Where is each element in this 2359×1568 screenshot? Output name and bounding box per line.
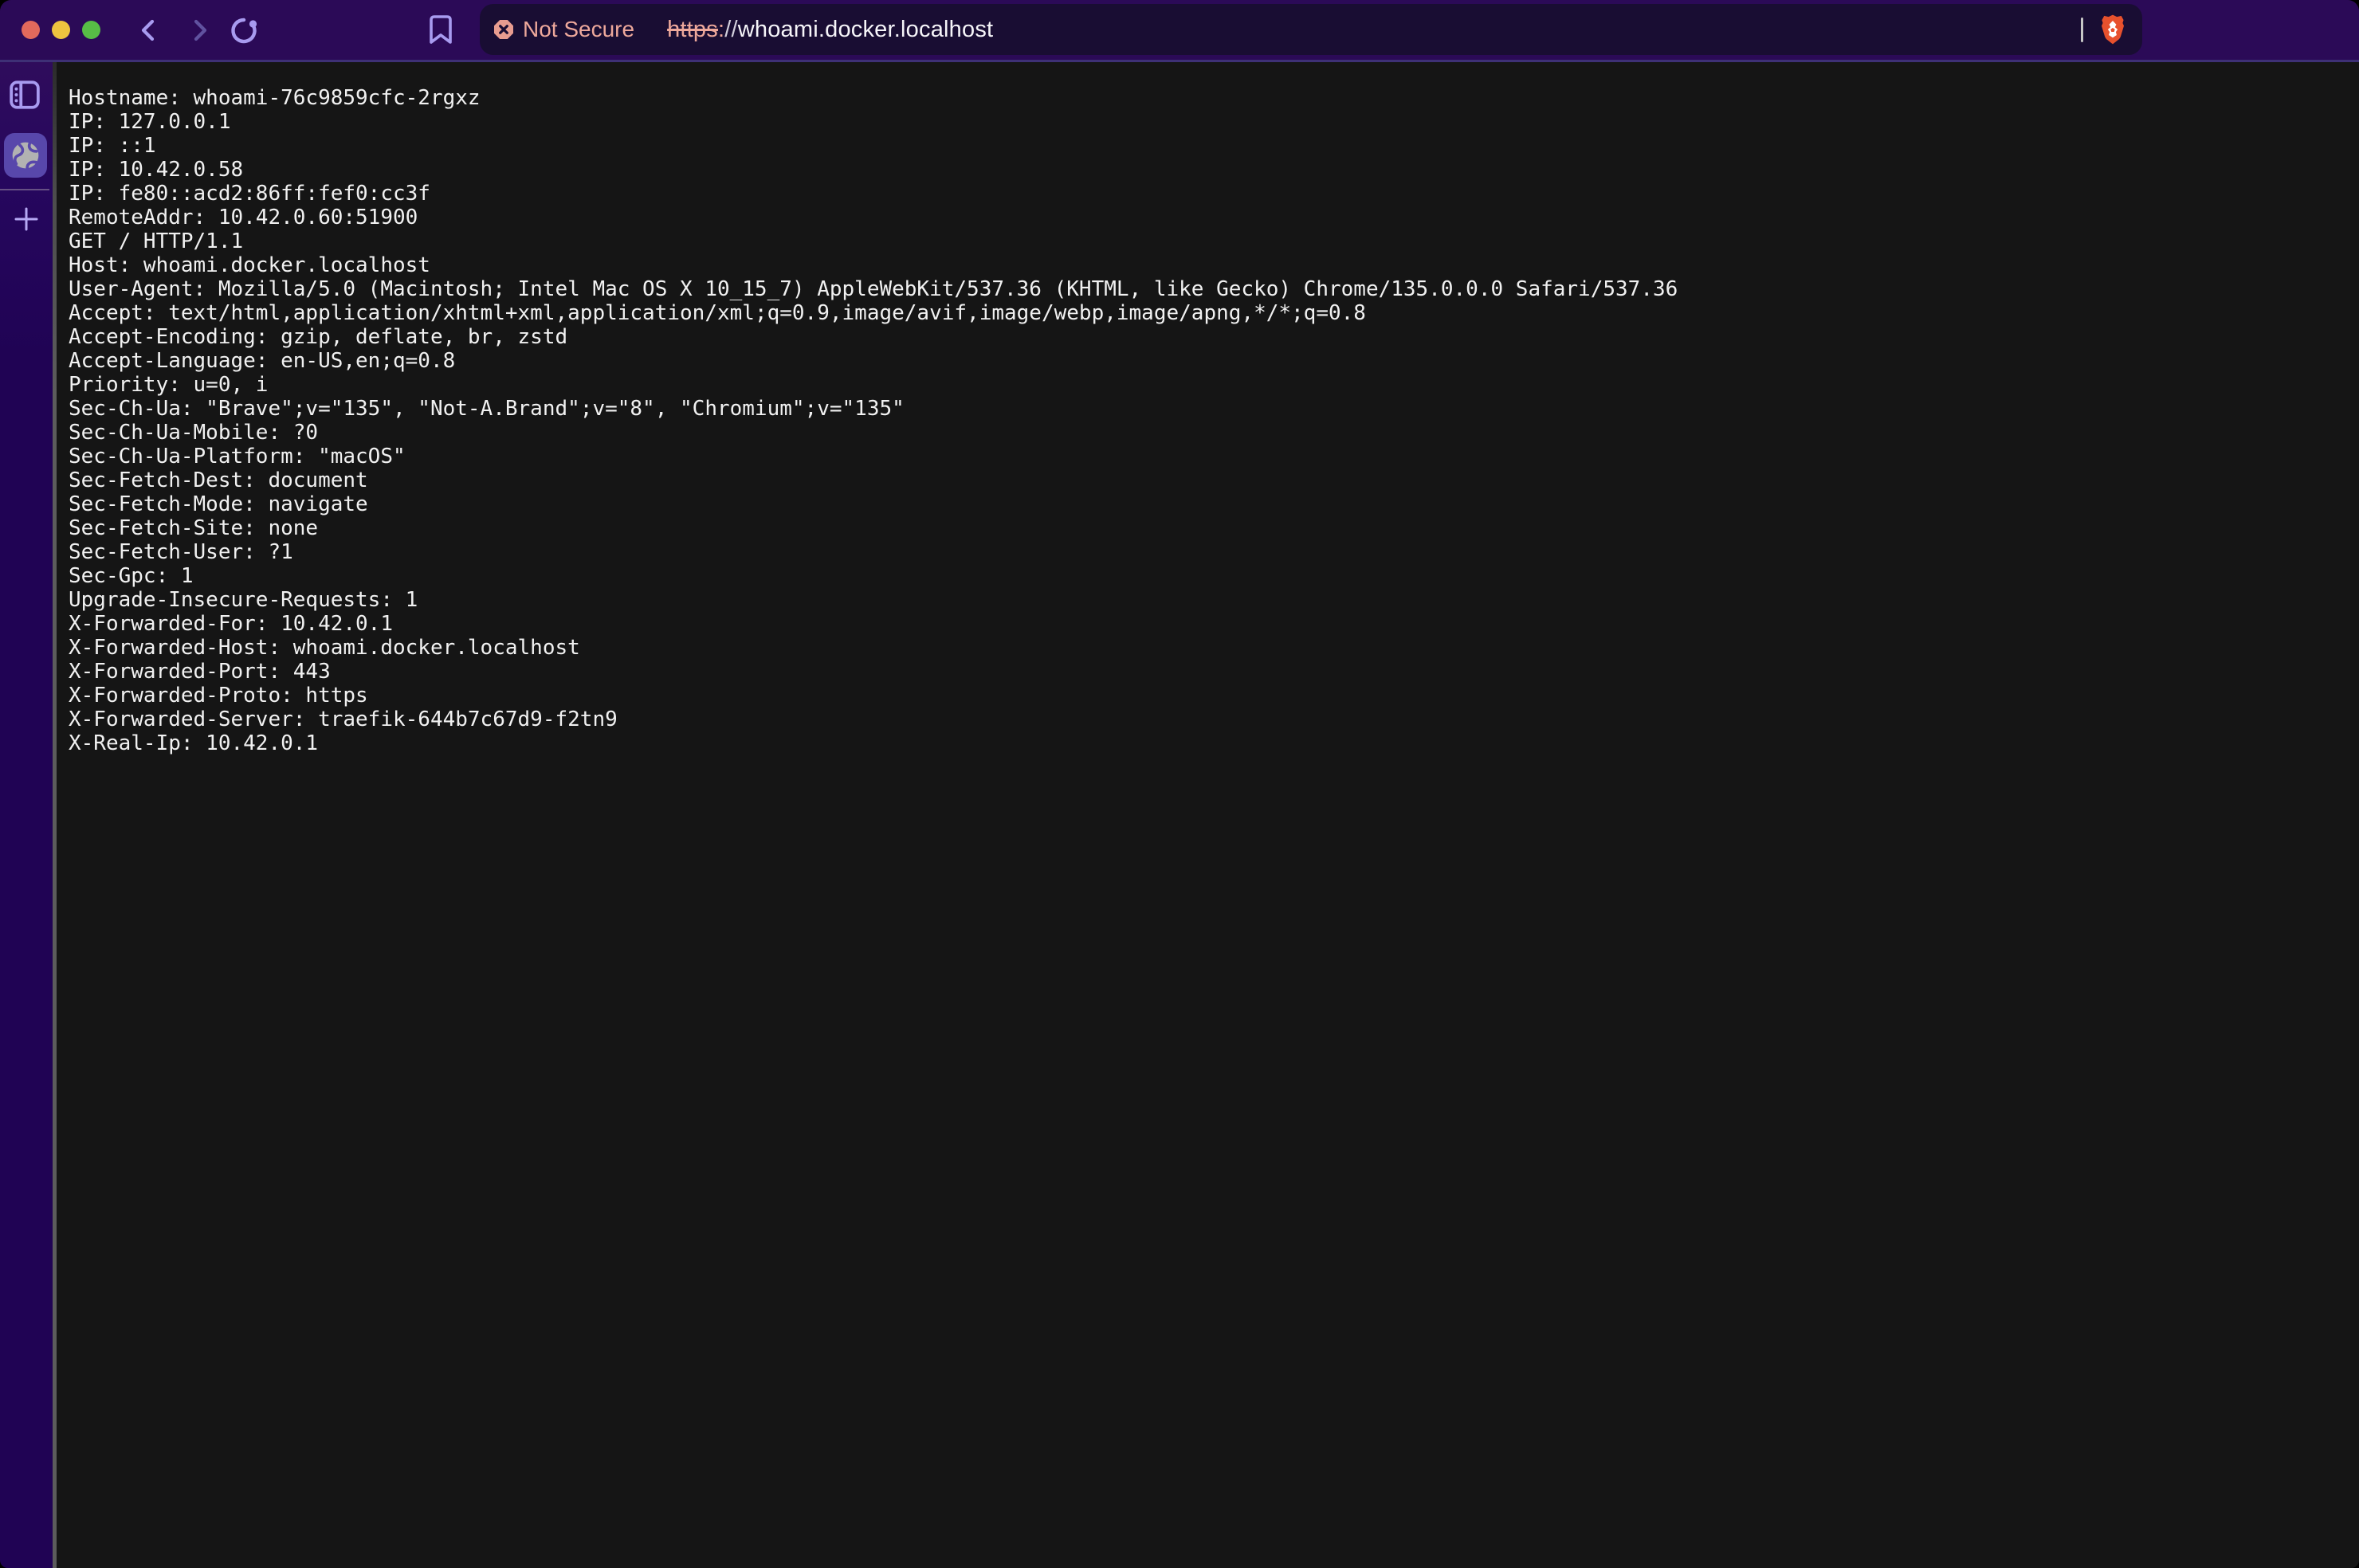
browser-toolbar: Not Secure https://whoami.docker.localho… — [0, 0, 2359, 62]
response-line: RemoteAddr: 10.42.0.60:51900 — [69, 206, 2340, 229]
response-line: Accept-Encoding: gzip, deflate, br, zstd — [69, 325, 2340, 349]
address-bar[interactable]: Not Secure https://whoami.docker.localho… — [480, 4, 2142, 55]
back-arrow-icon — [134, 15, 164, 45]
page-content: Hostname: whoami-76c9859cfc-2rgxzIP: 127… — [57, 62, 2359, 1568]
security-status-label[interactable]: Not Secure — [523, 17, 634, 42]
bookmark-button[interactable] — [428, 14, 453, 45]
back-button[interactable] — [134, 15, 164, 45]
window-minimize-button[interactable] — [52, 21, 70, 39]
response-line: Sec-Ch-Ua: "Brave";v="135", "Not-A.Brand… — [69, 397, 2340, 421]
forward-arrow-icon — [184, 15, 214, 45]
reload-button[interactable] — [229, 15, 259, 45]
response-line: Sec-Fetch-Dest: document — [69, 468, 2340, 492]
response-line: IP: ::1 — [69, 134, 2340, 158]
vertical-tabs-sidebar — [0, 62, 53, 1568]
brave-lion-shield-icon — [2098, 14, 2127, 45]
response-line: Sec-Fetch-Mode: navigate — [69, 492, 2340, 516]
whoami-response-text: Hostname: whoami-76c9859cfc-2rgxzIP: 127… — [57, 62, 2359, 755]
brave-shields-button[interactable] — [2098, 14, 2127, 45]
response-line: X-Forwarded-Server: traefik-644b7c67d9-f… — [69, 708, 2340, 731]
response-line: Sec-Ch-Ua-Platform: "macOS" — [69, 445, 2340, 468]
window-zoom-button[interactable] — [82, 21, 100, 39]
response-line: Accept: text/html,application/xhtml+xml,… — [69, 301, 2340, 325]
reload-icon — [229, 15, 259, 45]
response-line: Sec-Ch-Ua-Mobile: ?0 — [69, 421, 2340, 445]
response-line: IP: 127.0.0.1 — [69, 110, 2340, 134]
response-line: GET / HTTP/1.1 — [69, 229, 2340, 253]
url-scheme: https — [667, 17, 718, 42]
url-slashes: // — [724, 17, 738, 42]
response-line: Upgrade-Insecure-Requests: 1 — [69, 588, 2340, 612]
not-secure-icon — [493, 19, 514, 40]
response-line: Sec-Fetch-User: ?1 — [69, 540, 2340, 564]
active-tab-whoami[interactable] — [4, 133, 47, 178]
window-close-button[interactable] — [22, 21, 40, 39]
response-line: X-Forwarded-Host: whoami.docker.localhos… — [69, 636, 2340, 660]
new-tab-button[interactable] — [14, 206, 39, 232]
response-line: X-Forwarded-Proto: https — [69, 684, 2340, 708]
url-scheme-colon: : — [718, 17, 724, 42]
response-line: Sec-Fetch-Site: none — [69, 516, 2340, 540]
response-line: IP: fe80::acd2:86ff:fef0:cc3f — [69, 182, 2340, 206]
forward-button[interactable] — [184, 15, 214, 45]
response-line: X-Real-Ip: 10.42.0.1 — [69, 731, 2340, 755]
browser-window: Not Secure https://whoami.docker.localho… — [0, 0, 2359, 1568]
plus-icon — [14, 206, 39, 232]
url-text: https://whoami.docker.localhost — [667, 17, 993, 43]
address-bar-separator — [2081, 18, 2083, 42]
response-line: IP: 10.42.0.58 — [69, 158, 2340, 182]
sidebar-toggle-icon — [9, 79, 41, 111]
sidebar-divider — [0, 189, 49, 190]
response-line: Accept-Language: en-US,en;q=0.8 — [69, 349, 2340, 373]
bookmark-icon — [428, 14, 453, 45]
globe-icon — [10, 140, 41, 171]
response-line: Priority: u=0, i — [69, 373, 2340, 397]
response-line: User-Agent: Mozilla/5.0 (Macintosh; Inte… — [69, 277, 2340, 301]
response-line: X-Forwarded-For: 10.42.0.1 — [69, 612, 2340, 636]
response-line: Sec-Gpc: 1 — [69, 564, 2340, 588]
response-line: Hostname: whoami-76c9859cfc-2rgxz — [69, 86, 2340, 110]
sidebar-toggle-button[interactable] — [9, 79, 41, 111]
response-line: Host: whoami.docker.localhost — [69, 253, 2340, 277]
response-line: X-Forwarded-Port: 443 — [69, 660, 2340, 684]
url-host: whoami.docker.localhost — [738, 17, 994, 42]
